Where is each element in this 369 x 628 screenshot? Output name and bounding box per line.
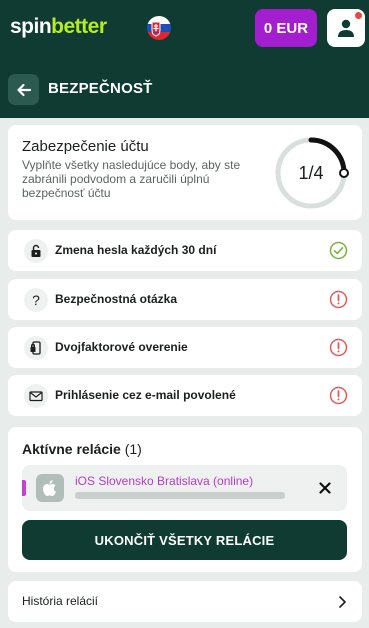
item-label: Zmena hesla každých 30 dní [55,243,217,257]
back-button[interactable] [8,74,39,105]
security-progress-text: 1/4 [298,162,324,183]
security-item-question[interactable]: ? Bezpečnostná otázka [8,279,362,320]
close-session-button[interactable] [315,478,335,498]
alert-circle-icon [329,338,348,357]
history-label: História relácií [22,594,99,608]
logo-spin: spin [10,15,52,38]
security-item-password[interactable]: Zmena hesla každých 30 dní [8,230,362,271]
session-history-link[interactable]: História relácií [8,581,362,622]
lock-icon [24,239,48,263]
alert-circle-icon [329,290,348,309]
arrow-left-icon [16,83,31,96]
security-description: Vyplňte všetky nasledujúce body, aby ste… [22,158,241,200]
profile-button[interactable] [327,9,365,47]
question-icon: ? [24,288,48,312]
notification-dot [355,12,362,19]
check-circle-icon [329,241,348,260]
sessions-title-text: Aktívne relácie [22,441,121,457]
envelope-icon [24,384,48,408]
item-label: Prihlásenie cez e-mail povolené [55,388,236,402]
balance-button[interactable]: 0 EUR [255,9,317,47]
page-header: BEZPEČNOSŤ [0,60,369,118]
two-factor-icon [24,336,48,360]
session-name: iOS Slovensko Bratislava (online) [75,474,254,488]
chevron-right-icon [339,596,346,608]
session-row: iOS Slovensko Bratislava (online) [22,465,347,511]
security-title: Zabezpečenie účtu [22,138,149,155]
sessions-title: Aktívne relácie (1) [22,441,142,457]
active-sessions-card: Aktívne relácie (1) iOS Slovensko Bratis… [8,427,362,572]
sessions-count: (1) [124,441,142,457]
page-title: BEZPEČNOSŤ [48,80,153,97]
slovakia-flag-icon[interactable] [147,16,171,40]
close-icon [319,482,331,494]
logo[interactable]: spinbetter [10,15,107,39]
security-item-two-factor[interactable]: Dvojfaktorové overenie [8,327,362,368]
item-label: Bezpečnostná otázka [55,292,178,306]
apple-icon [36,474,64,502]
security-item-email-login[interactable]: Prihlásenie cez e-mail povolené [8,375,362,416]
end-all-sessions-button[interactable]: UKONČIŤ VŠETKY RELÁCIE [22,520,347,560]
item-label: Dvojfaktorové overenie [55,340,188,354]
session-active-indicator [22,480,26,496]
top-bar: spinbetter 0 EUR [0,0,369,60]
session-details-redacted [75,492,285,499]
user-icon [338,19,354,37]
alert-circle-icon [329,386,348,405]
logo-better: better [51,15,107,38]
